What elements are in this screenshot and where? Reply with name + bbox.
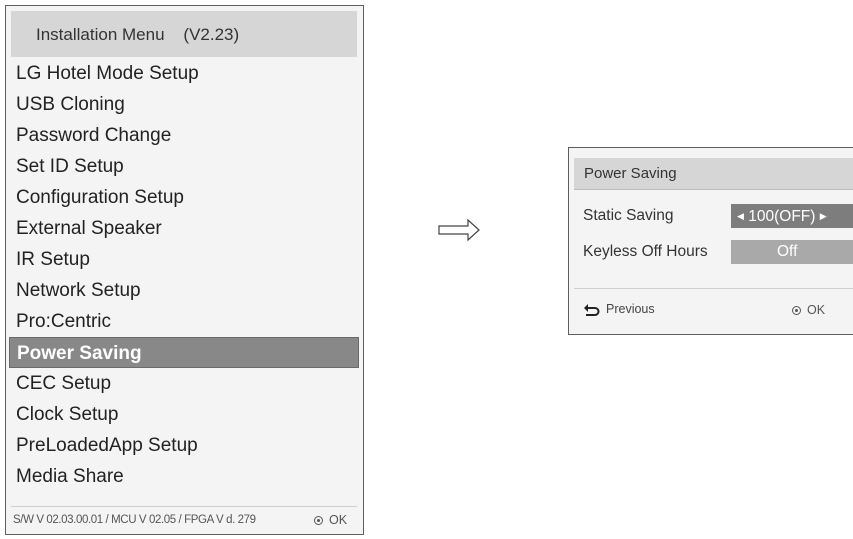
menu-item-usb-cloning[interactable]: USB Cloning bbox=[9, 89, 359, 120]
keyless-off-hours-value[interactable]: Off bbox=[731, 240, 853, 264]
menu-item-set-id-setup[interactable]: Set ID Setup bbox=[9, 151, 359, 182]
right-arrow-icon bbox=[438, 218, 480, 242]
ok-label: OK bbox=[807, 303, 826, 317]
menu-item-network-setup[interactable]: Network Setup bbox=[9, 275, 359, 306]
power-saving-title: Power Saving bbox=[584, 165, 677, 182]
static-saving-selector[interactable]: ◀ 100(OFF) ▶ bbox=[731, 204, 853, 228]
menu-item-cec-setup[interactable]: CEC Setup bbox=[9, 368, 359, 399]
ok-dot-icon bbox=[314, 515, 323, 525]
return-arrow-icon bbox=[584, 303, 600, 316]
right-triangle-icon[interactable]: ▶ bbox=[820, 211, 827, 221]
menu-item-ir-setup[interactable]: IR Setup bbox=[9, 244, 359, 275]
ok-label: OK bbox=[329, 513, 348, 527]
menu-item-media-share[interactable]: Media Share bbox=[9, 461, 359, 492]
keyless-off-hours-row[interactable]: Keyless Off Hours Off bbox=[569, 240, 853, 264]
menu-item-external-speaker[interactable]: External Speaker bbox=[9, 213, 359, 244]
power-saving-panel: Power Saving Static Saving ◀ 100(OFF) ▶ … bbox=[568, 147, 853, 335]
power-saving-header: Power Saving bbox=[574, 158, 853, 190]
ok-button[interactable]: OK bbox=[314, 513, 347, 527]
installation-menu-title: Installation Menu (V2.23) bbox=[36, 25, 240, 44]
previous-button[interactable]: Previous bbox=[583, 302, 655, 316]
installation-menu-header: Installation Menu (V2.23) bbox=[11, 11, 357, 57]
static-saving-row[interactable]: Static Saving ◀ 100(OFF) ▶ bbox=[569, 204, 853, 228]
previous-label: Previous bbox=[606, 302, 655, 316]
ok-dot-icon bbox=[792, 305, 801, 315]
version-info: S/W V 02.03.00.01 / MCU V 02.05 / FPGA V… bbox=[13, 514, 256, 526]
keyless-off-hours-label: Keyless Off Hours bbox=[583, 243, 708, 260]
menu-item-preloadedapp-setup[interactable]: PreLoadedApp Setup bbox=[9, 430, 359, 461]
menu-item-pro-centric[interactable]: Pro:Centric bbox=[9, 306, 359, 337]
installation-menu-list: LG Hotel Mode Setup USB Cloning Password… bbox=[9, 58, 359, 492]
static-saving-label: Static Saving bbox=[583, 207, 674, 224]
static-saving-value: 100(OFF) bbox=[748, 208, 816, 225]
ok-button[interactable]: OK bbox=[792, 303, 825, 317]
menu-item-clock-setup[interactable]: Clock Setup bbox=[9, 399, 359, 430]
menu-item-power-saving[interactable]: Power Saving bbox=[9, 337, 359, 368]
installation-menu-panel: Installation Menu (V2.23) LG Hotel Mode … bbox=[5, 5, 364, 535]
installation-menu-footer: S/W V 02.03.00.01 / MCU V 02.05 / FPGA V… bbox=[11, 506, 357, 532]
left-triangle-icon[interactable]: ◀ bbox=[737, 211, 744, 221]
menu-item-lg-hotel-mode-setup[interactable]: LG Hotel Mode Setup bbox=[9, 58, 359, 89]
menu-item-configuration-setup[interactable]: Configuration Setup bbox=[9, 182, 359, 213]
footer-divider bbox=[574, 288, 853, 289]
menu-item-password-change[interactable]: Password Change bbox=[9, 120, 359, 151]
